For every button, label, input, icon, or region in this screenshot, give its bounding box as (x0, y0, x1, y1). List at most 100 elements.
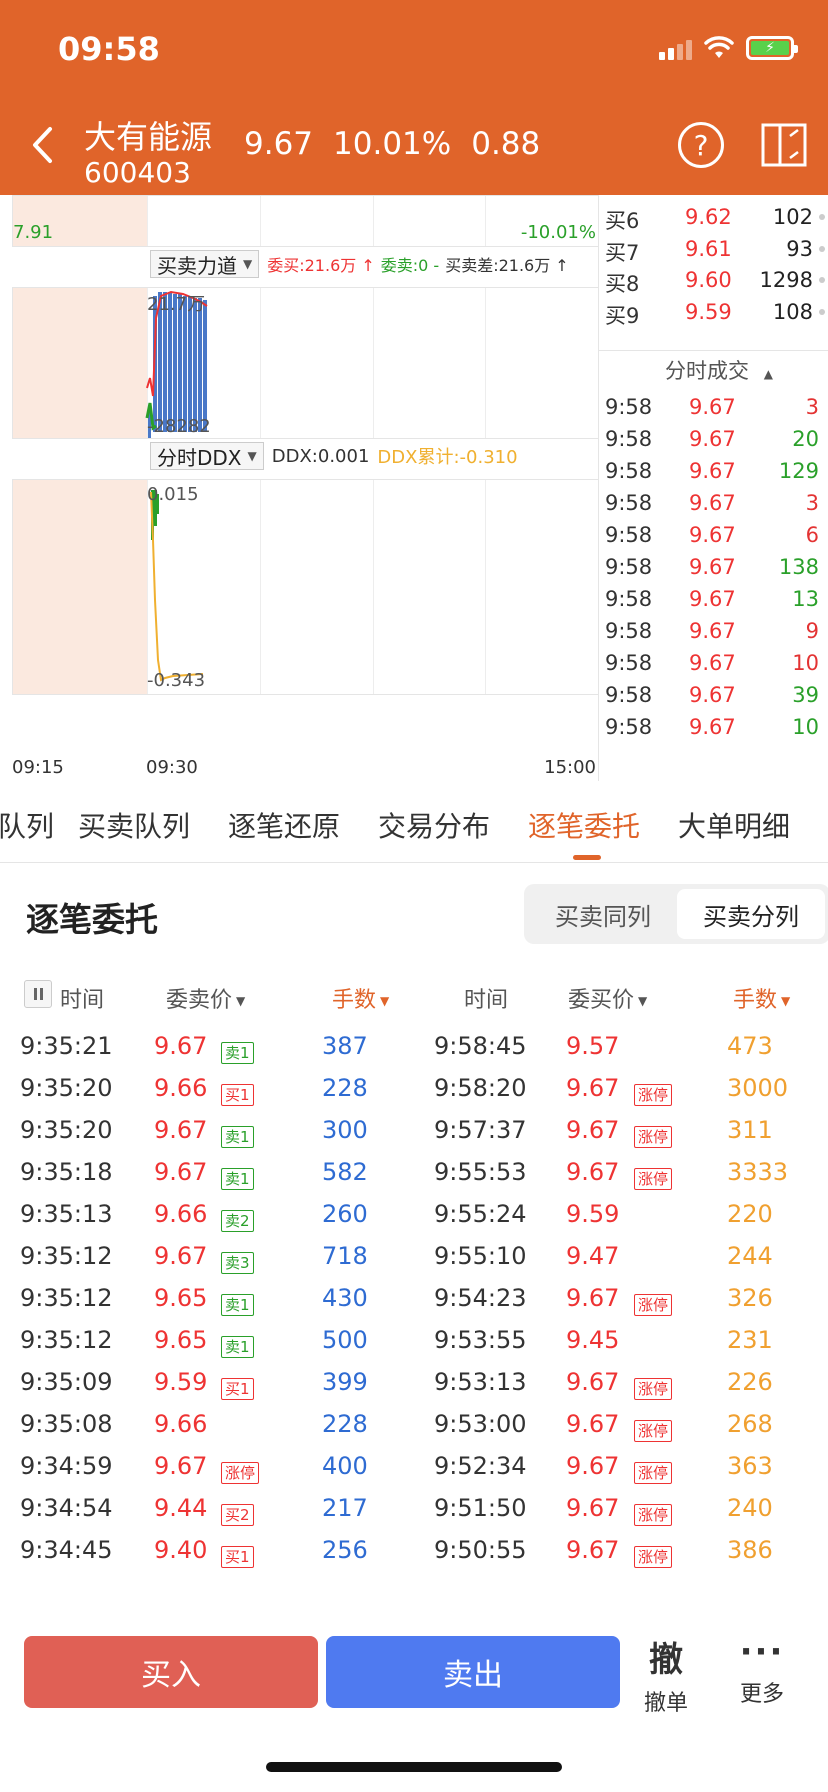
buy-volume: 231 (727, 1326, 773, 1354)
sell-time: 9:35:12 (20, 1326, 113, 1354)
back-button[interactable] (22, 120, 62, 170)
sell-price: 9.40 (154, 1536, 208, 1564)
buy-price: 9.57 (566, 1032, 620, 1060)
sell-time: 9:35:12 (20, 1284, 113, 1312)
buy-time: 9:53:55 (434, 1326, 527, 1354)
tab-bid-ask-queue[interactable]: 买卖队列 (78, 805, 190, 845)
switch-layout-icon[interactable] (760, 122, 808, 168)
table-row[interactable]: 9:35:08 9.66 228 9:53:00 9.67 涨停 268 (0, 1402, 828, 1450)
buy-time: 9:55:24 (434, 1200, 527, 1228)
sell-tag-label: 卖1 (221, 1168, 254, 1190)
indicator1-plot (145, 290, 208, 438)
buy-price: 9.67 (566, 1536, 620, 1564)
table-row[interactable]: 9:34:59 9.67 涨停 400 9:52:34 9.67 涨停 363 (0, 1444, 828, 1492)
table-row[interactable]: 9:35:13 9.66 卖2 260 9:55:24 9.59 220 (0, 1192, 828, 1240)
buy-tag-label: 涨停 (634, 1546, 673, 1568)
table-row[interactable]: 9:35:20 9.66 买1 228 9:58:20 9.67 涨停 3000 (0, 1066, 828, 1114)
sell-tag: 卖1 (221, 1120, 254, 1148)
more-button[interactable]: ··· 更多 (730, 1632, 794, 1708)
trade-row: 9:58 9.67 13 (599, 583, 828, 619)
table-row[interactable]: 9:34:45 9.40 买1 256 9:50:55 9.67 涨停 386 (0, 1528, 828, 1576)
trade-time: 9:58 (605, 619, 653, 643)
buy-volume: 363 (727, 1452, 773, 1480)
header-buy-price[interactable]: 委买价 ▼ (568, 982, 647, 1014)
header-buy-vol[interactable]: 手数 ▼ (733, 982, 790, 1014)
indicator1-sell: 委卖:0 - (380, 256, 440, 275)
trade-price: 9.67 (689, 491, 736, 515)
trade-price: 9.67 (689, 683, 736, 707)
trade-price: 9.67 (689, 587, 736, 611)
sell-price: 9.44 (154, 1494, 208, 1522)
table-row[interactable]: 9:35:09 9.59 买1 399 9:53:13 9.67 涨停 226 (0, 1360, 828, 1408)
buy-tag: 涨停 (634, 1120, 673, 1148)
bid-row[interactable]: 买9 9.59 108 (599, 294, 828, 330)
trade-price: 9.67 (689, 651, 736, 675)
tab-big-orders[interactable]: 大单明细 (678, 805, 790, 845)
sell-tag-label: 涨停 (221, 1462, 260, 1484)
trade-volume: 13 (792, 587, 819, 611)
buy-price: 9.67 (566, 1452, 620, 1480)
sell-price: 9.67 (154, 1158, 208, 1186)
buy-time: 9:53:13 (434, 1368, 527, 1396)
indicator2-min-label: -0.343 (147, 670, 206, 691)
caret-up-icon: ▲ (763, 367, 773, 381)
tab-tick-restore[interactable]: 逐笔还原 (228, 805, 340, 845)
table-row[interactable]: 9:35:12 9.65 卖1 500 9:53:55 9.45 231 (0, 1318, 828, 1366)
buy-button[interactable]: 买入 (24, 1636, 318, 1708)
sell-price: 9.65 (154, 1326, 208, 1354)
trade-price: 9.67 (689, 459, 736, 483)
more-label: 更多 (739, 1682, 784, 1707)
sell-volume: 400 (322, 1452, 368, 1480)
header-sell-price[interactable]: 委卖价 ▼ (166, 982, 245, 1014)
tab-active-indicator (573, 855, 601, 860)
sell-volume: 300 (322, 1116, 368, 1144)
table-row[interactable]: 9:35:20 9.67 卖1 300 9:57:37 9.67 涨停 311 (0, 1108, 828, 1156)
tab-queue[interactable]: 队列 (0, 805, 54, 845)
table-row[interactable]: 9:35:12 9.65 卖1 430 9:54:23 9.67 涨停 326 (0, 1276, 828, 1324)
sell-tag-label: 卖1 (221, 1126, 254, 1148)
cancel-order-button[interactable]: 撤 撤单 (636, 1632, 696, 1717)
caret-down-icon: ▼ (638, 994, 648, 1008)
trades-title[interactable]: 分时成交 ▲ (665, 355, 773, 385)
buy-price: 9.67 (566, 1284, 620, 1312)
tab-trade-distribution[interactable]: 交易分布 (378, 805, 490, 845)
cellular-signal-icon (659, 38, 692, 60)
header-sell-price-label: 委卖价 (166, 988, 233, 1013)
seg-same-column[interactable]: 买卖同列 (529, 889, 677, 939)
buy-volume: 326 (727, 1284, 773, 1312)
sell-tag: 卖1 (221, 1036, 254, 1064)
buy-tag-label: 涨停 (634, 1462, 673, 1484)
sell-button[interactable]: 卖出 (326, 1636, 620, 1708)
buy-tag: 涨停 (634, 1288, 673, 1316)
indicator2-bar: 分时DDX ▼ DDX:0.001 DDX累计:-0.310 (150, 441, 518, 471)
table-row[interactable]: 9:35:12 9.67 卖3 718 9:55:10 9.47 244 (0, 1234, 828, 1282)
indicator1-select[interactable]: 买卖力道 ▼ (150, 250, 260, 278)
sell-time: 9:34:45 (20, 1536, 113, 1564)
table-header: 时间 委卖价 ▼ 手数 ▼ 时间 委买价 ▼ 手数 ▼ (0, 976, 828, 1016)
indicator2-select[interactable]: 分时DDX ▼ (150, 442, 264, 470)
price-low-label: 7.91 (13, 222, 54, 243)
table-row[interactable]: 9:35:18 9.67 卖1 582 9:55:53 9.67 涨停 3333 (0, 1150, 828, 1198)
table-row[interactable]: 9:34:54 9.44 买2 217 9:51:50 9.67 涨停 240 (0, 1486, 828, 1534)
home-indicator (266, 1762, 562, 1772)
buy-volume: 311 (727, 1116, 773, 1144)
header-sell-vol-label: 手数 (332, 988, 377, 1013)
seg-split-column[interactable]: 买卖分列 (677, 889, 825, 939)
header-sell-vol[interactable]: 手数 ▼ (332, 982, 389, 1014)
table-row[interactable]: 9:35:21 9.67 卖1 387 9:58:45 9.57 473 (0, 1024, 828, 1072)
sell-tag-label: 卖1 (221, 1294, 254, 1316)
buy-tag: 涨停 (634, 1078, 673, 1106)
intraday-chart[interactable]: 7.91 -10.01% 买卖力道 ▼ 委买:21.6万 ↑ 委卖:0 - 买卖差… (0, 195, 598, 781)
buy-volume: 3000 (727, 1074, 789, 1102)
tick-order-table[interactable]: 9:35:21 9.67 卖1 387 9:58:45 9.57 473 9:35:20 9.6… (0, 1024, 828, 1620)
pause-icon[interactable] (24, 980, 52, 1008)
help-button[interactable]: ? (678, 122, 724, 168)
trade-row: 9:58 9.67 10 (599, 647, 828, 683)
tab-tick-orders[interactable]: 逐笔委托 (528, 805, 640, 845)
buy-volume: 240 (727, 1494, 773, 1522)
indicator1-select-label: 买卖力道 (157, 253, 237, 278)
order-book[interactable]: 买6 9.62 102 买7 9.61 93 买8 9.60 1298 买9 9.59 108 分时成… (598, 195, 828, 781)
sell-tag-label: 卖1 (221, 1336, 254, 1358)
question-icon: ? (693, 128, 709, 162)
buy-tag-label: 涨停 (634, 1378, 673, 1400)
